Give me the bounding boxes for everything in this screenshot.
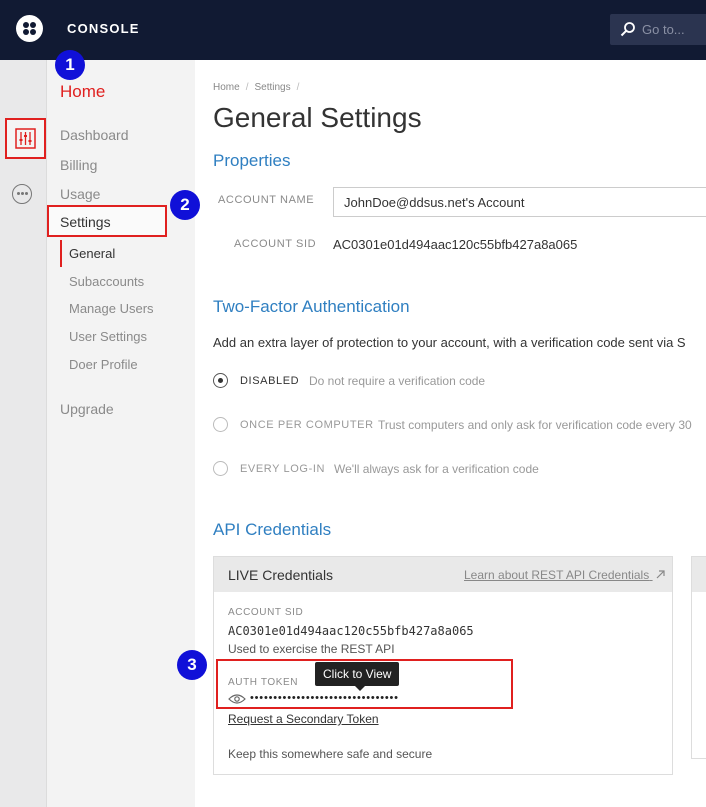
search-icon [620, 22, 635, 37]
twilio-logo-icon[interactable] [16, 15, 43, 42]
breadcrumb-settings[interactable]: Settings [254, 82, 290, 93]
more-options-icon[interactable] [12, 184, 32, 204]
nav-home[interactable]: Home [60, 82, 105, 102]
auth-token-label: AUTH TOKEN [228, 677, 299, 688]
breadcrumb-home[interactable]: Home [213, 82, 240, 93]
test-credentials-card [691, 556, 706, 759]
left-nav: Home Dashboard Billing Usage Settings Ge… [47, 60, 195, 807]
cred-account-sid-label: ACCOUNT SID [228, 607, 304, 618]
account-name-label: ACCOUNT NAME [218, 194, 315, 206]
goto-placeholder: Go to... [642, 22, 685, 37]
eye-icon[interactable] [228, 693, 246, 705]
test-card-header [692, 557, 706, 592]
cred-account-sid-value: AC0301e01d494aac120c55bfb427a8a065 [228, 624, 474, 638]
rail-home-button[interactable] [5, 118, 46, 159]
icon-rail [0, 60, 47, 807]
dashboard-sliders-icon [15, 128, 36, 149]
auth-token-masked[interactable]: •••••••••••••••••••••••••••••••• [250, 692, 495, 704]
radio-disabled-desc: Do not require a verification code [309, 374, 486, 388]
active-indicator [60, 240, 62, 267]
sub-item-general[interactable]: General [69, 246, 115, 261]
safe-note: Keep this somewhere safe and secure [228, 747, 433, 761]
radio-every-login-desc: We'll always ask for a verification code [334, 462, 539, 476]
learn-link-text: Learn about REST API Credentials [464, 568, 650, 582]
card-title: LIVE Credentials [228, 567, 334, 583]
top-bar: CONSOLE Go to... [0, 0, 706, 60]
click-to-view-tooltip: Click to View [315, 662, 400, 691]
console-title[interactable]: CONSOLE [67, 21, 140, 36]
two-factor-heading: Two-Factor Authentication [213, 297, 410, 316]
learn-api-credentials-link[interactable]: Learn about REST API Credentials [464, 568, 665, 582]
radio-once-label[interactable]: ONCE PER COMPUTER [240, 419, 374, 431]
page-title: General Settings [213, 102, 422, 133]
nav-item-billing[interactable]: Billing [60, 157, 97, 173]
breadcrumb: Home / Settings / [213, 82, 300, 93]
nav-item-upgrade[interactable]: Upgrade [60, 401, 114, 417]
request-secondary-token-link[interactable]: Request a Secondary Token [228, 712, 379, 726]
nav-item-usage[interactable]: Usage [60, 186, 100, 202]
radio-every-login[interactable] [213, 461, 228, 476]
external-link-icon [656, 570, 665, 579]
radio-disabled-label[interactable]: DISABLED [240, 375, 299, 387]
account-name-input[interactable]: JohnDoe@ddsus.net's Account [333, 187, 706, 217]
api-credentials-heading: API Credentials [213, 520, 332, 539]
two-factor-description: Add an extra layer of protection to your… [213, 335, 686, 350]
cred-account-sid-desc: Used to exercise the REST API [228, 642, 395, 656]
sub-item-user-settings[interactable]: User Settings [69, 329, 147, 344]
goto-search-input[interactable]: Go to... [610, 14, 706, 45]
nav-item-settings[interactable]: Settings [47, 205, 167, 237]
live-credentials-card: LIVE Credentials Learn about REST API Cr… [213, 556, 673, 775]
radio-once-per-computer[interactable] [213, 417, 228, 432]
step-badge-2: 2 [170, 190, 200, 220]
radio-once-desc: Trust computers and only ask for verific… [378, 418, 692, 432]
nav-item-dashboard[interactable]: Dashboard [60, 127, 129, 143]
card-header: LIVE Credentials Learn about REST API Cr… [214, 557, 672, 592]
radio-disabled[interactable] [213, 373, 228, 388]
account-sid-value: AC0301e01d494aac120c55bfb427a8a065 [333, 237, 578, 252]
sub-item-doer-profile[interactable]: Doer Profile [69, 357, 138, 372]
properties-heading: Properties [213, 151, 291, 170]
account-sid-label: ACCOUNT SID [234, 238, 317, 250]
main-content: Home / Settings / General Settings Properti… [195, 60, 706, 807]
step-badge-3: 3 [177, 650, 207, 680]
nav-item-settings-label: Settings [60, 214, 111, 230]
sub-item-manage-users[interactable]: Manage Users [69, 301, 154, 316]
sub-item-subaccounts[interactable]: Subaccounts [69, 274, 144, 289]
step-badge-1: 1 [55, 50, 85, 80]
radio-every-login-label[interactable]: EVERY LOG-IN [240, 463, 325, 475]
